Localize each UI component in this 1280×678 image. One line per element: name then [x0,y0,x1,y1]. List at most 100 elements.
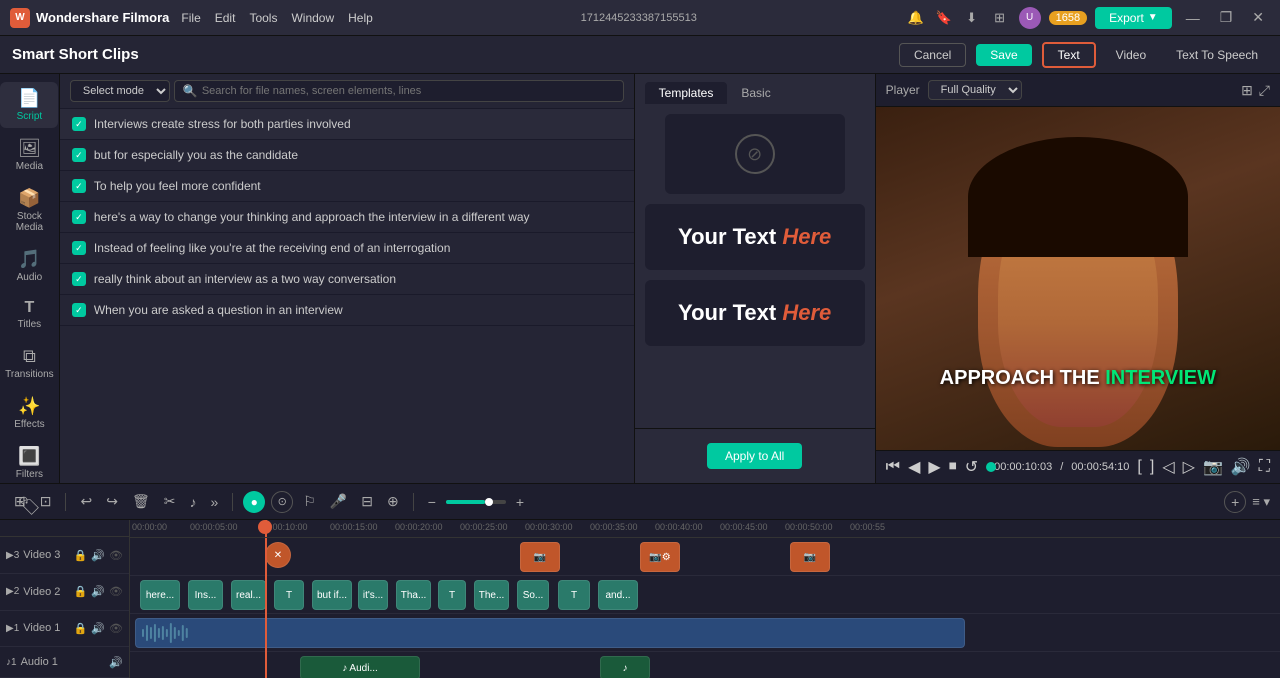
script-item-5[interactable]: ✓ Instead of feeling like you're at the … [60,233,634,264]
minimize-button[interactable]: — [1180,8,1206,28]
maximize-button[interactable]: ❐ [1214,7,1239,28]
sidebar-item-transitions[interactable]: ⧉ Transitions [0,340,58,386]
play-indicator-button[interactable]: ● [243,491,265,513]
tab-video[interactable]: Video [1106,44,1156,66]
apply-all-button[interactable]: Apply to All [707,443,802,469]
menu-help[interactable]: Help [348,11,373,25]
prev-frame-button[interactable]: ◁ [1162,457,1174,477]
more-button[interactable]: » [206,492,222,512]
script-item-2[interactable]: ✓ but for especially you as the candidat… [60,140,634,171]
clip-v2-here[interactable]: here... [140,580,180,610]
clip-v2-t[interactable]: T [274,580,304,610]
track-eye-icon[interactable]: 👁 [109,549,123,562]
export-dropdown-arrow[interactable]: ▼ [1148,12,1158,23]
track-lock-icon-2[interactable]: 🔒 [74,585,88,598]
track-eye-icon-1[interactable]: 👁 [109,622,123,635]
clip-v2-real[interactable]: real... [231,580,266,610]
search-input[interactable] [202,85,615,97]
add-track-button[interactable]: + [1224,491,1246,513]
clip-v1-main[interactable] [135,618,965,648]
clip-v2-but[interactable]: but if... [312,580,352,610]
sidebar-item-media[interactable]: 🖼 Media [0,132,58,178]
sidebar-item-effects[interactable]: ✨ Effects [0,390,58,436]
play-button[interactable]: ▶ [928,457,940,477]
timeline-layout-button[interactable]: ⊞ [10,491,30,512]
stop-button[interactable]: ⏹ [949,458,957,476]
export-button[interactable]: Export ▼ [1095,7,1172,29]
script-item-3[interactable]: ✓ To help you feel more confident [60,171,634,202]
zoom-in-button[interactable]: + [512,492,528,512]
snapshot-button[interactable]: 📷 [1203,457,1223,477]
clip-v2-the[interactable]: The... [474,580,509,610]
track-lock-icon-1[interactable]: 🔒 [74,622,88,635]
quality-select[interactable]: Full Quality [928,80,1022,100]
track-mute-icon-a1[interactable]: 🔊 [109,656,123,669]
clip-v3-3[interactable]: 📷 [790,542,830,572]
clip-v3-1[interactable]: 📷 [520,542,560,572]
clip-audio-1[interactable]: ♪ Audi... [300,656,420,678]
sidebar-item-filters[interactable]: 🔳 Filters [0,440,58,486]
in-point-button[interactable]: [ [1137,458,1141,476]
track-lock-icon[interactable]: 🔒 [74,549,88,562]
expand-icon[interactable]: ⤢ [1259,82,1270,99]
undo-button[interactable]: ↩ [76,491,96,512]
checkbox-5[interactable]: ✓ [72,241,86,255]
play-back-button[interactable]: ◀ [908,457,920,477]
out-point-button[interactable]: ] [1150,458,1154,476]
clip-v2-ins[interactable]: Ins... [188,580,223,610]
tab-tts[interactable]: Text To Speech [1166,44,1268,66]
timeline-magnet-button[interactable]: ⊡ [36,491,56,512]
bookmark-icon[interactable]: 🔖 [933,7,955,29]
clip-v2-tha[interactable]: Tha... [396,580,431,610]
track-eye-icon-2[interactable]: 👁 [109,585,123,598]
checkbox-2[interactable]: ✓ [72,148,86,162]
next-frame-button[interactable]: ▷ [1183,457,1195,477]
script-item-1[interactable]: ✓ Interviews create stress for both part… [60,109,634,140]
clip-audio-2[interactable]: ♪ [600,656,650,678]
tab-text[interactable]: Text [1042,42,1096,68]
pip-button[interactable]: ⊕ [383,491,403,512]
loop-button[interactable]: ↺ [965,457,978,477]
checkbox-1[interactable]: ✓ [72,117,86,131]
record-button[interactable]: ⊙ [271,491,293,513]
timeline-menu-button[interactable]: ≡ ▾ [1252,494,1270,510]
subtab-basic[interactable]: Basic [727,82,784,104]
cancel-button[interactable]: Cancel [899,43,966,67]
grid-view-icon[interactable]: ⊞ [1241,82,1253,99]
script-item-7[interactable]: ✓ When you are asked a question in an in… [60,295,634,326]
checkbox-3[interactable]: ✓ [72,179,86,193]
clip-playhead-marker[interactable]: ✕ [265,542,291,568]
layers-button[interactable]: ⊟ [357,491,377,512]
redo-button[interactable]: ↪ [102,491,122,512]
zoom-slider[interactable] [446,500,506,504]
skip-back-button[interactable]: ⏮ [886,458,900,476]
clip-v3-2[interactable]: 📷⚙ [640,542,680,572]
zoom-out-button[interactable]: − [424,492,440,512]
clip-v2-so[interactable]: So... [517,580,549,610]
checkbox-7[interactable]: ✓ [72,303,86,317]
text-sample-card-1[interactable]: Your Text Here [645,204,865,270]
track-mute-icon[interactable]: 🔊 [91,549,105,562]
track-mute-icon-2[interactable]: 🔊 [91,585,105,598]
menu-window[interactable]: Window [291,11,334,25]
cut-button[interactable]: ✂ [160,491,180,512]
save-button[interactable]: Save [976,44,1031,66]
script-item-6[interactable]: ✓ really think about an interview as a t… [60,264,634,295]
checkbox-4[interactable]: ✓ [72,210,86,224]
mic-button[interactable]: 🎤 [326,491,351,512]
menu-file[interactable]: File [181,11,200,25]
volume-button[interactable]: 🔊 [1231,457,1251,477]
subtab-templates[interactable]: Templates [645,82,728,104]
sidebar-item-stock[interactable]: 📦 Stock Media [0,182,58,239]
menu-tools[interactable]: Tools [249,11,277,25]
playhead-handle[interactable] [258,520,272,534]
notification-icon[interactable]: 🔔 [905,7,927,29]
sidebar-item-script[interactable]: 📄 Script [0,82,58,128]
clip-v2-t3[interactable]: T [558,580,590,610]
apps-icon[interactable]: ⊞ [989,7,1011,29]
clip-v2-and[interactable]: and... [598,580,638,610]
shield-button[interactable]: ⚐ [299,491,320,512]
script-item-4[interactable]: ✓ here's a way to change your thinking a… [60,202,634,233]
checkbox-6[interactable]: ✓ [72,272,86,286]
menu-edit[interactable]: Edit [215,11,236,25]
